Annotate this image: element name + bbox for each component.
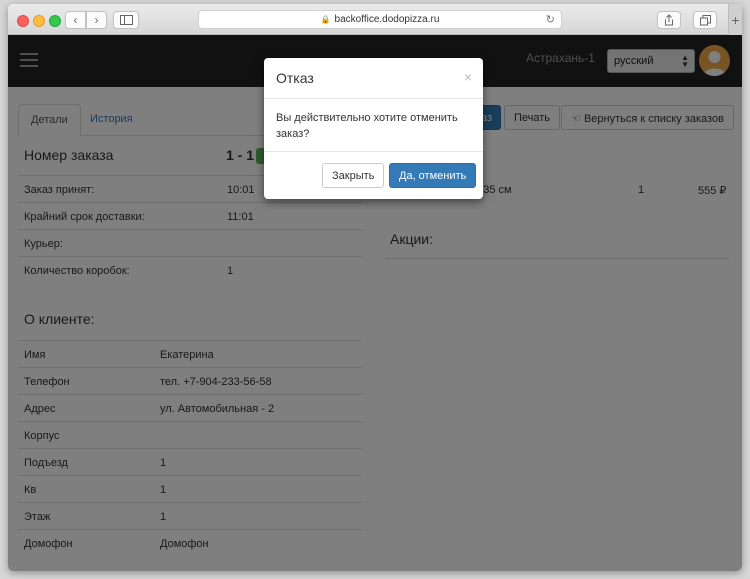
chevron-left-icon: ‹ — [73, 13, 78, 27]
show-tabs-button[interactable] — [693, 11, 717, 29]
cancel-order-dialog: Отказ × Вы действительно хотите отменить… — [264, 58, 483, 199]
new-tab-button[interactable]: + — [728, 4, 742, 35]
sidebar-icon — [119, 15, 133, 25]
confirm-cancel-button[interactable]: Да, отменить — [389, 163, 477, 188]
page: Астрахань-1 русский ▲▼ Детали История аз… — [8, 35, 742, 571]
lock-icon: 🔒 — [320, 15, 331, 24]
dialog-footer: Закрыть Да, отменить — [264, 151, 483, 199]
minimize-window-button[interactable] — [33, 15, 45, 27]
url-text: backoffice.dodopizza.ru — [334, 14, 440, 25]
sidebar-toggle-button[interactable] — [113, 11, 139, 29]
browser-window: ‹ › 🔒 backoffice.dodopizza.ru ↻ + Астрах… — [8, 4, 742, 571]
close-icon[interactable]: × — [464, 69, 472, 85]
chevron-right-icon: › — [94, 13, 99, 27]
forward-button[interactable]: › — [86, 11, 107, 29]
back-button[interactable]: ‹ — [65, 11, 86, 29]
dialog-close-button[interactable]: Закрыть — [322, 163, 385, 188]
browser-toolbar: ‹ › 🔒 backoffice.dodopizza.ru ↻ + — [8, 4, 742, 35]
address-bar[interactable]: 🔒 backoffice.dodopizza.ru ↻ — [198, 10, 562, 29]
dialog-title: Отказ — [276, 70, 314, 86]
tabs-icon — [699, 14, 711, 25]
share-button[interactable] — [657, 11, 681, 29]
reload-icon[interactable]: ↻ — [546, 13, 555, 26]
close-window-button[interactable] — [17, 15, 29, 27]
share-icon — [665, 14, 673, 26]
fullscreen-window-button[interactable] — [49, 15, 61, 27]
dialog-header: Отказ × — [264, 58, 483, 99]
dialog-message: Вы действительно хотите отменить заказ? — [276, 112, 458, 140]
